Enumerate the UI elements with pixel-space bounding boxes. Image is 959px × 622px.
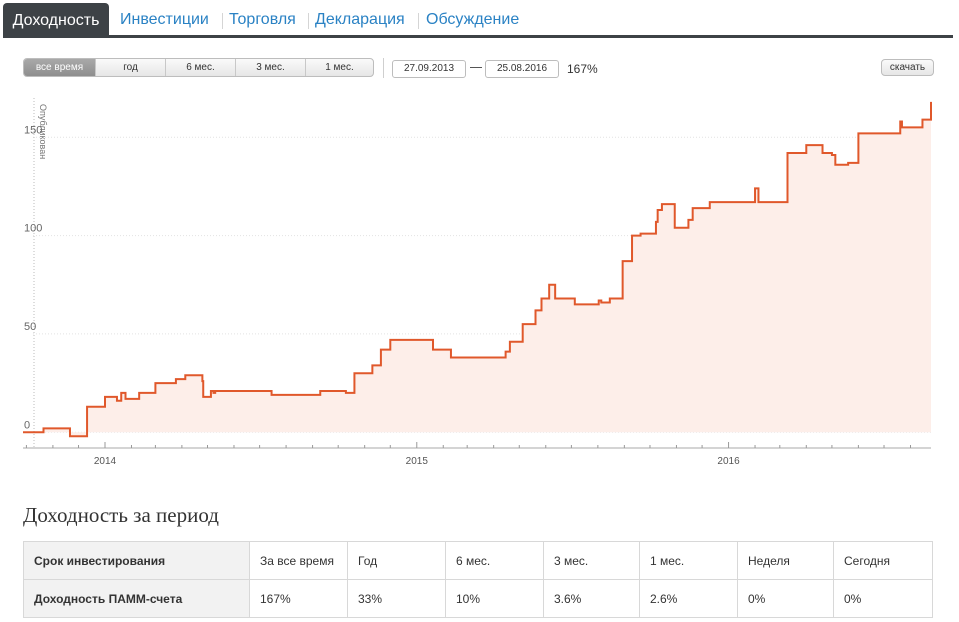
period-range-selector: все время год 6 мес. 3 мес. 1 мес. xyxy=(23,58,374,77)
x-tick-label: 2014 xyxy=(94,456,117,467)
table-cell: 10% xyxy=(445,579,544,618)
period-returns-table: Срок инвестирования За все время Год 6 м… xyxy=(23,541,933,618)
range-year-button[interactable]: год xyxy=(96,59,166,76)
tab-separator xyxy=(222,13,223,29)
period-returns-title: Доходность за период xyxy=(23,503,219,527)
table-row: Доходность ПАММ-счета 167% 33% 10% 3.6% … xyxy=(23,579,933,618)
table-cell: 3 мес. xyxy=(543,541,640,580)
tab-declaration[interactable]: Декларация xyxy=(315,11,405,29)
table-cell: Год xyxy=(347,541,446,580)
table-cell: 3.6% xyxy=(543,579,640,618)
toolbar-divider xyxy=(383,58,384,78)
table-cell: 33% xyxy=(347,579,446,618)
table-cell: 0% xyxy=(737,579,834,618)
y-tick-label: 0 xyxy=(24,419,30,431)
table-cell: 1 мес. xyxy=(639,541,738,580)
table-cell: 6 мес. xyxy=(445,541,544,580)
y-axis-label: Опубликован xyxy=(38,104,48,159)
tab-returns[interactable]: Доходность xyxy=(3,3,109,38)
download-button[interactable]: скачать xyxy=(881,59,934,76)
range-6-months-button[interactable]: 6 мес. xyxy=(166,59,236,76)
date-to-field[interactable]: 25.08.2016 xyxy=(485,60,559,78)
date-range-dash xyxy=(470,67,482,68)
table-cell: Неделя xyxy=(737,541,834,580)
table-cell: За все время xyxy=(249,541,348,580)
table-cell: 0% xyxy=(833,579,933,618)
y-axis-ticks: 050100150 xyxy=(24,124,42,431)
tab-separator xyxy=(308,13,309,29)
range-all-time-button[interactable]: все время xyxy=(24,59,96,76)
table-cell: Доходность ПАММ-счета xyxy=(23,579,250,618)
tab-separator xyxy=(418,13,419,29)
x-axis: 2014 2015 2016 xyxy=(23,442,931,467)
table-row: Срок инвестирования За все время Год 6 м… xyxy=(23,541,933,580)
x-tick-label: 2016 xyxy=(717,456,740,467)
y-tick-label: 50 xyxy=(24,321,36,333)
tab-trading[interactable]: Торговля xyxy=(229,11,296,29)
range-1-month-button[interactable]: 1 мес. xyxy=(306,59,373,76)
table-cell: 167% xyxy=(249,579,348,618)
table-cell: Срок инвестирования xyxy=(23,541,250,580)
range-3-months-button[interactable]: 3 мес. xyxy=(236,59,306,76)
tab-discussion[interactable]: Обсуждение xyxy=(426,11,519,29)
y-tick-label: 100 xyxy=(24,223,42,235)
x-tick-label: 2015 xyxy=(406,456,429,467)
tab-bar: Доходность Инвестиции Торговля Деклараци… xyxy=(3,0,953,38)
table-cell: Сегодня xyxy=(833,541,933,580)
returns-chart: 050100150 2014 2015 2016 Опубликован xyxy=(23,98,932,467)
table-cell: 2.6% xyxy=(639,579,738,618)
date-from-field[interactable]: 27.09.2013 xyxy=(392,60,466,78)
tab-investments[interactable]: Инвестиции xyxy=(120,11,209,29)
period-change-value: 167% xyxy=(567,62,598,76)
